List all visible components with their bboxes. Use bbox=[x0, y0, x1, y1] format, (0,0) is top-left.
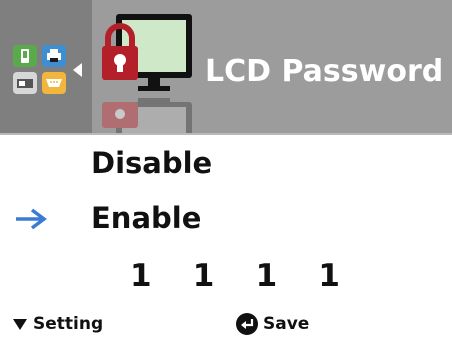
category-icons bbox=[13, 45, 69, 95]
device-icon bbox=[13, 72, 37, 94]
lcd-password-screen: LCD Password Disable Enable 1 1 1 1 Sett… bbox=[0, 0, 452, 343]
serial-port-icon bbox=[42, 72, 66, 94]
monitor-reflection bbox=[96, 98, 196, 133]
password-digits[interactable]: 1 1 1 1 bbox=[130, 258, 340, 294]
option-enable[interactable]: Enable bbox=[91, 201, 201, 235]
phone-icon bbox=[13, 45, 37, 67]
category-panel[interactable] bbox=[0, 0, 92, 133]
save-button[interactable]: Save bbox=[236, 313, 309, 335]
down-triangle-icon bbox=[13, 318, 27, 330]
password-digit[interactable]: 1 bbox=[256, 258, 278, 294]
header-bar: LCD Password bbox=[0, 0, 452, 135]
printer-icon bbox=[42, 45, 66, 67]
left-triangle-icon[interactable] bbox=[73, 63, 82, 77]
password-digit[interactable]: 1 bbox=[193, 258, 215, 294]
password-digit[interactable]: 1 bbox=[130, 258, 152, 294]
save-label: Save bbox=[263, 314, 310, 334]
setting-label: Setting bbox=[33, 314, 104, 334]
option-disable[interactable]: Disable bbox=[91, 146, 212, 180]
password-digit[interactable]: 1 bbox=[318, 258, 340, 294]
setting-button[interactable]: Setting bbox=[13, 314, 103, 334]
enter-icon bbox=[236, 313, 258, 335]
page-title: LCD Password bbox=[205, 54, 444, 89]
right-arrow-icon bbox=[16, 208, 47, 230]
lcd-lock-monitor-icon bbox=[96, 10, 196, 104]
